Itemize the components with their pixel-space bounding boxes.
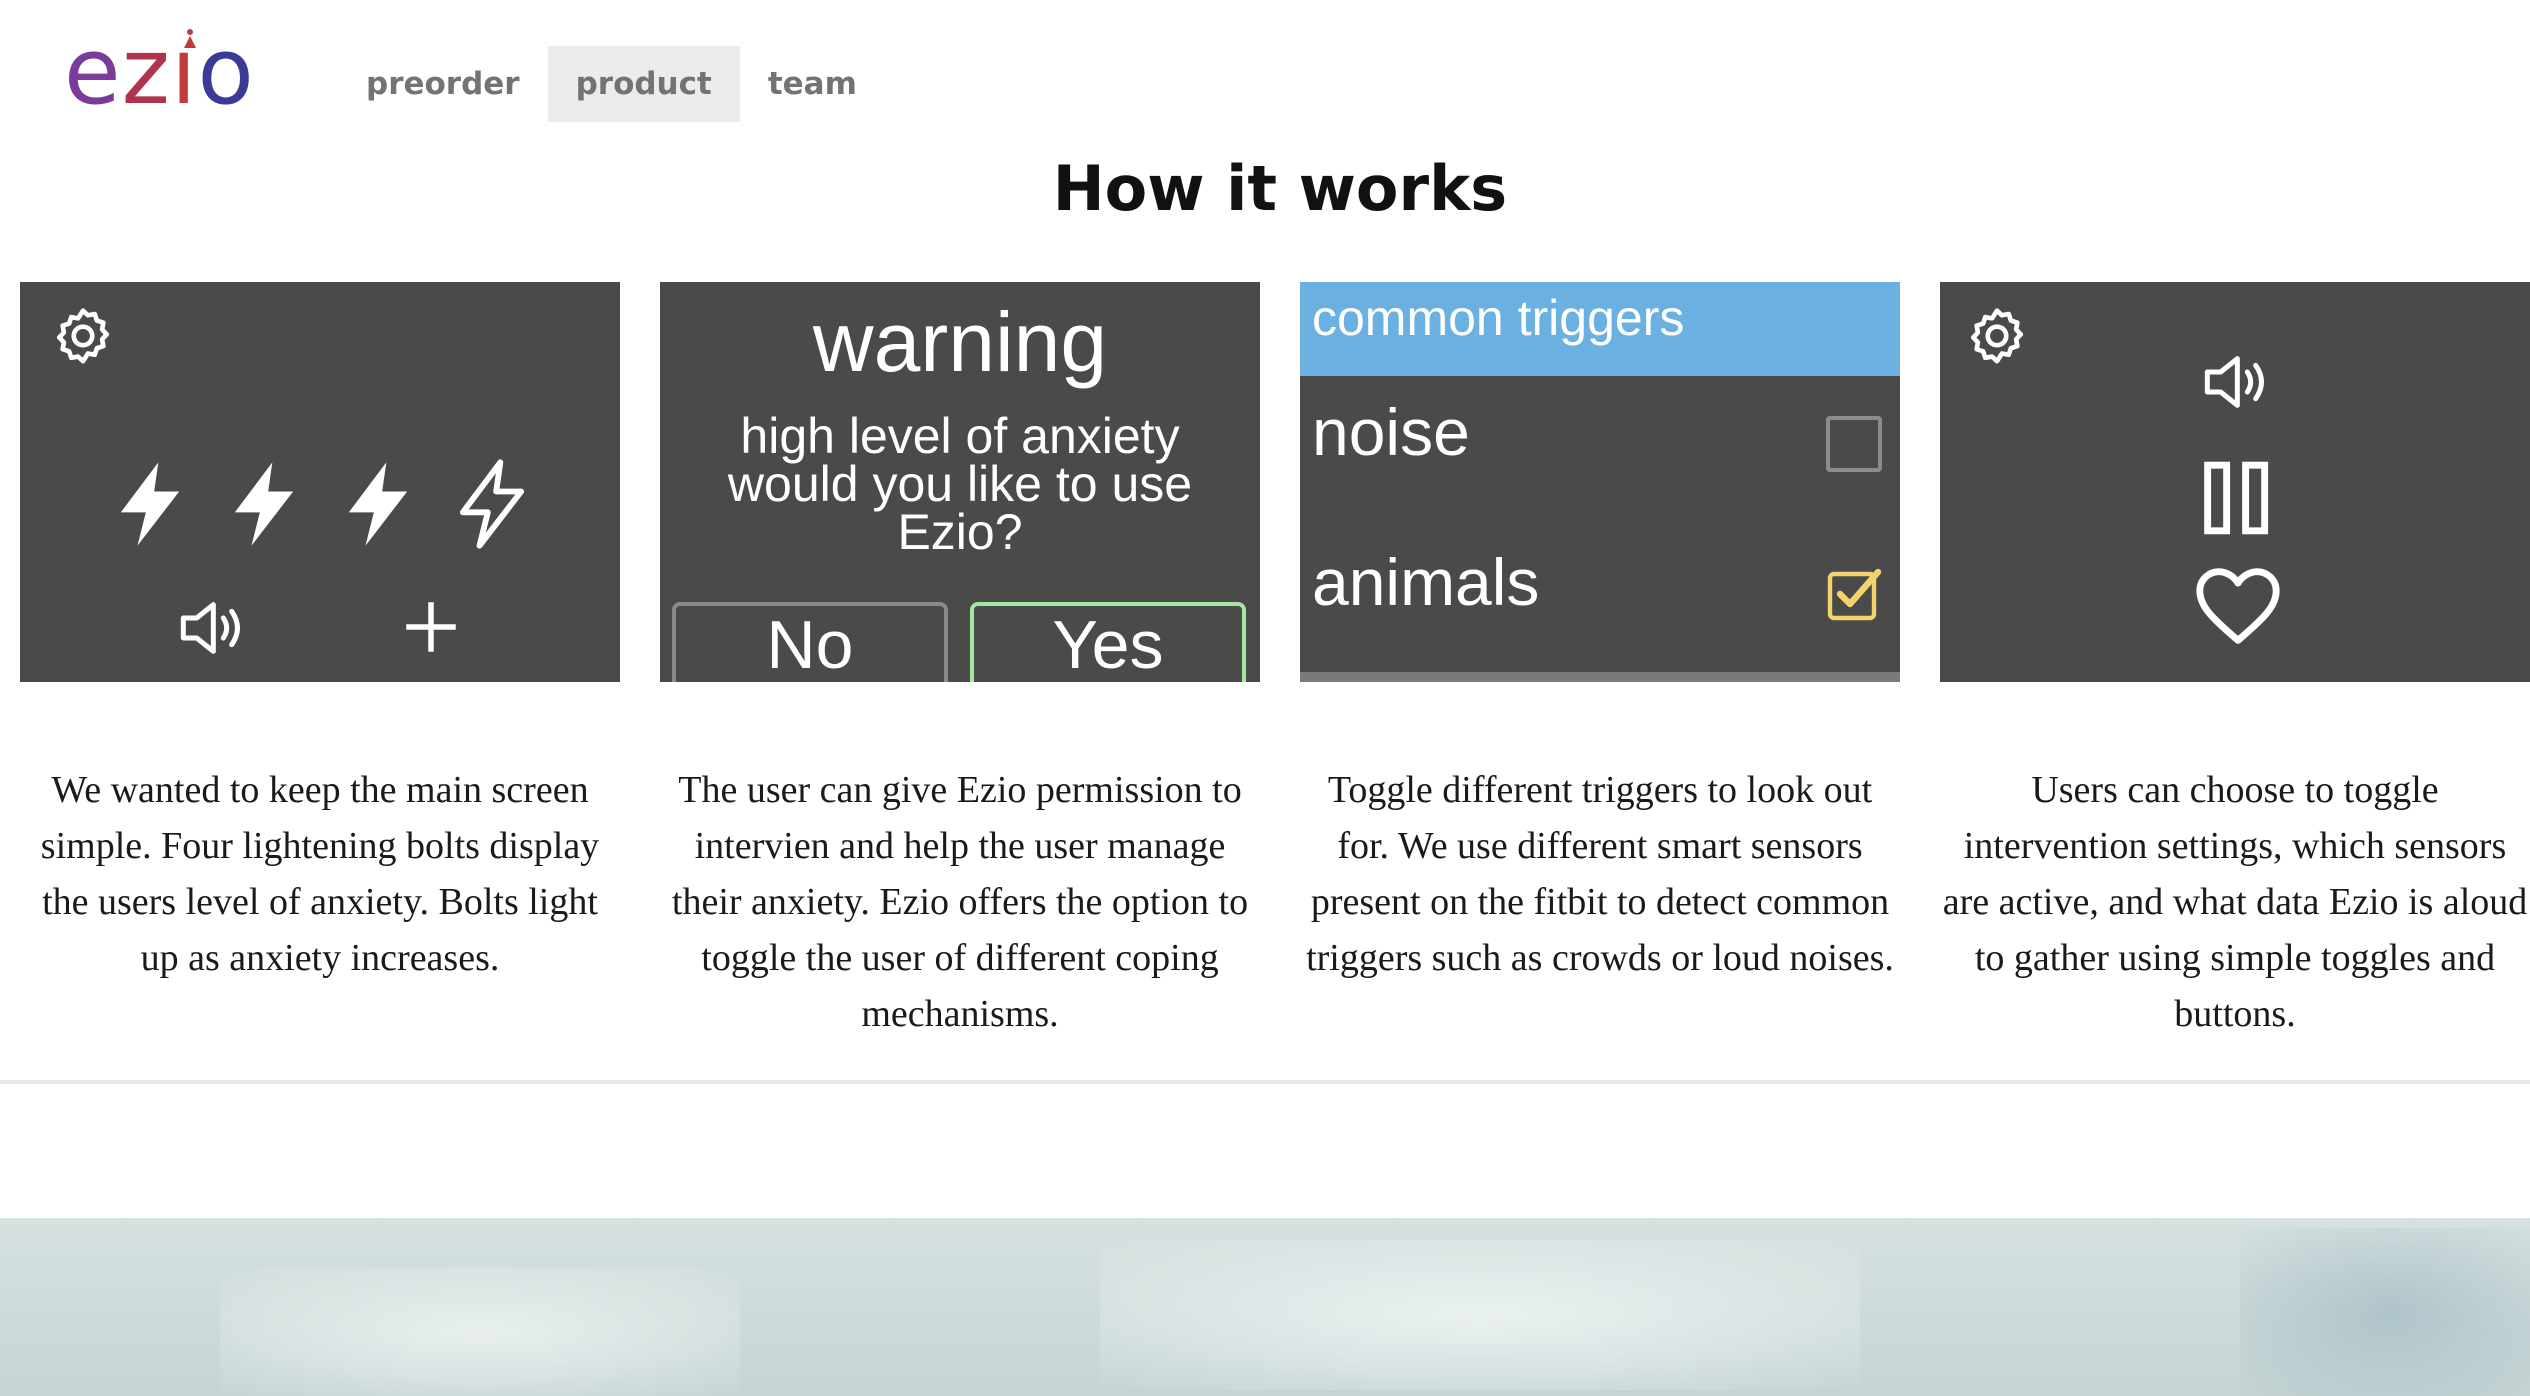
caption-triggers: Toggle different triggers to look out fo… [1306, 769, 1894, 979]
bolt-icon [120, 462, 180, 546]
animals-checkbox-checked-icon [1827, 568, 1882, 621]
nav-item-product[interactable]: product [547, 46, 740, 122]
triggers-list-edge [1300, 672, 1900, 682]
logo-figure-icon [184, 29, 196, 48]
settings-screen-preview [1940, 282, 2530, 682]
caption-main-screen: We wanted to keep the main screen simple… [40, 769, 600, 979]
plus-icon [406, 602, 456, 652]
warning-no-button: No [672, 602, 948, 682]
warning-screen-preview: warning high level of anxiety would you … [660, 282, 1260, 682]
bolt-icon [348, 462, 408, 546]
warning-title: warning [812, 295, 1108, 389]
ezio-logo[interactable]: ezıo [64, 24, 264, 120]
bolt-icon [234, 462, 294, 546]
nav-item-team[interactable]: team [740, 46, 885, 122]
heart-icon [2196, 568, 2280, 644]
nav-item-preorder[interactable]: preorder [338, 46, 548, 122]
warning-yes-button: Yes [970, 602, 1246, 682]
hero-highlight [1100, 1240, 1860, 1390]
main-screen-preview [20, 282, 620, 682]
speaker-icon [2204, 356, 2264, 408]
caption-settings: Users can choose to toggle intervention … [1942, 769, 2528, 1035]
caption-warning: The user can give Ezio permission to int… [671, 769, 1249, 1035]
hero-highlight [220, 1268, 740, 1396]
triggers-screen-preview: common triggers noise animals [1300, 282, 1900, 682]
section-divider [0, 1080, 2530, 1084]
trigger-label-animals: animals [1312, 545, 1540, 619]
section-title: How it works [1052, 152, 1508, 225]
main-nav: preorder product team [338, 46, 885, 122]
pause-icon [2204, 461, 2269, 535]
triggers-header: common triggers [1300, 282, 1900, 376]
hero-shadow [2240, 1228, 2530, 1396]
bolt-outline-icon [459, 459, 525, 549]
warning-message: high level of anxiety would you like to … [727, 408, 1193, 560]
trigger-label-noise: noise [1312, 395, 1470, 469]
speaker-icon [180, 602, 240, 654]
gear-icon [56, 308, 110, 364]
logo-wordmark: ezıo [64, 18, 255, 125]
noise-checkbox [1826, 416, 1882, 472]
gear-icon [1970, 308, 2024, 364]
